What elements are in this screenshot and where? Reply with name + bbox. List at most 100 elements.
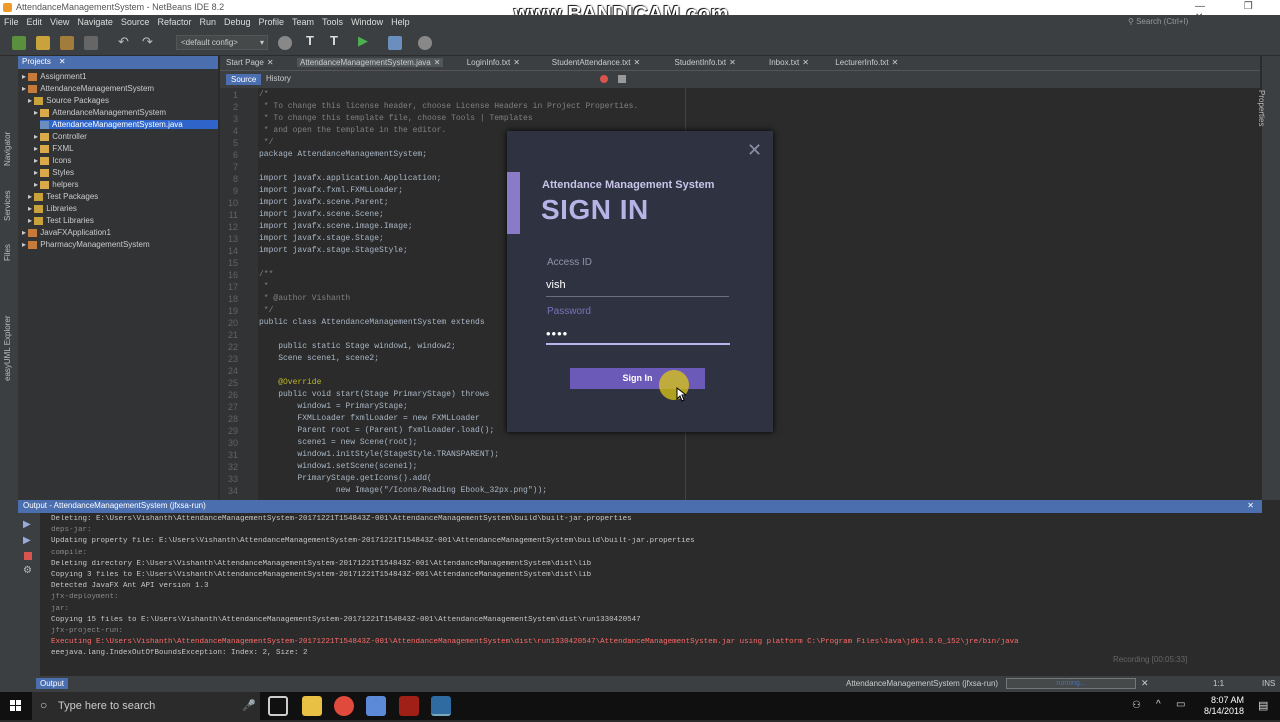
cancel-task-icon[interactable]: ✕ bbox=[1141, 678, 1149, 689]
menu-view[interactable]: View bbox=[46, 15, 73, 29]
redo-icon[interactable]: ↷ bbox=[142, 34, 156, 49]
ide-search-input[interactable]: ⚲ Search (Ctrl+I) bbox=[1128, 17, 1188, 26]
config-select[interactable]: <default config> ▾ bbox=[176, 35, 268, 50]
open-project-icon[interactable] bbox=[60, 36, 74, 50]
access-id-label: Access ID bbox=[547, 257, 593, 268]
output-text[interactable]: Deleting: E:\Users\Vishanth\AttendanceMa… bbox=[51, 515, 1251, 660]
menu-refactor[interactable]: Refactor bbox=[153, 15, 195, 29]
clean-icon[interactable] bbox=[278, 36, 292, 50]
profile-icon[interactable] bbox=[418, 36, 432, 50]
save-all-icon[interactable] bbox=[84, 36, 98, 50]
editor-tab[interactable]: StudentAttendance.txt ✕ bbox=[552, 58, 640, 67]
tray-chevron-icon[interactable]: ^ bbox=[1156, 699, 1161, 710]
menu-run[interactable]: Run bbox=[195, 15, 220, 29]
settings-icon[interactable]: ⚙ bbox=[23, 565, 32, 576]
tree-item[interactable]: ▸ AttendanceManagementSystem bbox=[34, 108, 166, 117]
close-icon[interactable]: ✕ bbox=[729, 58, 736, 67]
illustrator-icon[interactable] bbox=[399, 696, 419, 716]
tree-item[interactable]: ▸ PharmacyManagementSystem bbox=[22, 240, 150, 249]
clock-date: 8/14/2018 bbox=[1203, 706, 1244, 716]
record-macro-icon[interactable] bbox=[600, 75, 608, 83]
menu-file[interactable]: File bbox=[0, 15, 23, 29]
tree-item[interactable]: ▸ Controller bbox=[34, 132, 87, 141]
file-explorer-icon[interactable] bbox=[302, 696, 322, 716]
tree-item[interactable]: ▸ FXML bbox=[34, 144, 74, 153]
easyuml-explorer-tab[interactable]: easyUML Explorer bbox=[3, 315, 12, 381]
menu-tools[interactable]: Tools bbox=[318, 15, 347, 29]
people-icon[interactable]: ⚇ bbox=[1132, 700, 1141, 711]
tree-item[interactable]: ▸ Libraries bbox=[28, 204, 77, 213]
build-icon[interactable]: T bbox=[306, 33, 320, 48]
new-file-icon[interactable] bbox=[36, 36, 50, 50]
close-icon[interactable]: ✕ bbox=[513, 58, 520, 67]
tree-item[interactable]: ▸ JavaFXApplication1 bbox=[22, 228, 111, 237]
close-icon[interactable]: ✕ bbox=[267, 58, 274, 67]
services-tab[interactable]: Services bbox=[3, 190, 12, 221]
editor-tab[interactable]: Inbox.txt ✕ bbox=[769, 58, 809, 67]
microphone-icon[interactable]: 🎤 bbox=[242, 699, 256, 712]
rerun-modified-icon[interactable]: ▶ bbox=[23, 535, 31, 546]
tree-item[interactable]: ▸ AttendanceManagementSystem bbox=[22, 84, 154, 93]
tree-item[interactable]: ▸ Test Libraries bbox=[28, 216, 94, 225]
rerun-icon[interactable]: ▶ bbox=[23, 519, 31, 530]
editor-tab[interactable]: LoginInfo.txt ✕ bbox=[467, 58, 520, 67]
tree-item[interactable]: ▸ Assignment1 bbox=[22, 72, 87, 81]
menu-source[interactable]: Source bbox=[117, 15, 154, 29]
menu-window[interactable]: Window bbox=[347, 15, 387, 29]
editor-tab[interactable]: Start Page ✕ bbox=[226, 58, 274, 67]
chrome-icon[interactable] bbox=[334, 696, 354, 716]
new-project-icon[interactable] bbox=[12, 36, 26, 50]
tree-item[interactable]: ▸ Test Packages bbox=[28, 192, 98, 201]
properties-tab[interactable]: Properties bbox=[1257, 90, 1266, 126]
source-tab[interactable]: Source bbox=[226, 74, 262, 85]
history-tab[interactable]: History bbox=[266, 74, 291, 83]
output-tab[interactable]: Output bbox=[36, 678, 69, 689]
task-view-icon[interactable] bbox=[268, 696, 288, 716]
undo-icon[interactable]: ↶ bbox=[118, 34, 132, 49]
tree-item[interactable]: AttendanceManagementSystem.java bbox=[40, 120, 218, 129]
tree-item-label: AttendanceManagementSystem.java bbox=[52, 120, 183, 129]
network-icon[interactable]: ▭ bbox=[1176, 699, 1185, 710]
taskbar-clock[interactable]: 8:07 AM 8/14/2018 bbox=[1198, 695, 1244, 717]
menu-debug[interactable]: Debug bbox=[220, 15, 255, 29]
code-line: * To change this license header, choose … bbox=[259, 102, 639, 111]
menu-help[interactable]: Help bbox=[387, 15, 414, 29]
clean-build-icon[interactable]: T bbox=[330, 33, 344, 48]
editor-tab[interactable]: LecturerInfo.txt ✕ bbox=[835, 58, 898, 67]
package-icon bbox=[40, 168, 50, 177]
stop-icon[interactable] bbox=[24, 552, 32, 560]
debug-icon[interactable] bbox=[388, 36, 402, 50]
virtualbox-icon[interactable] bbox=[366, 696, 386, 716]
close-icon[interactable]: ✕ bbox=[434, 58, 441, 67]
close-icon[interactable]: ✕ bbox=[892, 58, 899, 67]
menu-profile[interactable]: Profile bbox=[255, 15, 289, 29]
menu-team[interactable]: Team bbox=[288, 15, 318, 29]
close-icon[interactable]: ✕ bbox=[747, 140, 762, 161]
password-field[interactable]: •••• bbox=[546, 326, 568, 341]
package-icon bbox=[40, 132, 50, 141]
projects-header[interactable]: Projects ✕ bbox=[18, 56, 218, 69]
close-icon[interactable]: ✕ bbox=[802, 58, 809, 67]
stop-macro-icon[interactable] bbox=[618, 75, 626, 83]
tree-item[interactable]: ▸ Source Packages bbox=[28, 96, 109, 105]
menu-edit[interactable]: Edit bbox=[23, 15, 47, 29]
start-button[interactable] bbox=[0, 692, 32, 720]
run-icon[interactable]: ▶ bbox=[358, 33, 372, 48]
taskbar-search[interactable]: ○ Type here to search 🎤 bbox=[32, 692, 260, 720]
access-id-field[interactable]: vish bbox=[546, 279, 566, 291]
tree-item[interactable]: ▸ Icons bbox=[34, 156, 71, 165]
editor-tab[interactable]: AttendanceManagementSystem.java ✕ bbox=[297, 58, 444, 67]
menu-navigate[interactable]: Navigate bbox=[73, 15, 117, 29]
java-app-icon[interactable] bbox=[431, 696, 451, 716]
files-tab[interactable]: Files bbox=[3, 244, 12, 261]
close-icon[interactable]: ✕ bbox=[1247, 501, 1254, 510]
tree-item[interactable]: ▸ Styles bbox=[34, 168, 74, 177]
notifications-icon[interactable]: ▤ bbox=[1258, 699, 1268, 712]
editor-tab[interactable]: StudentInfo.txt ✕ bbox=[675, 58, 736, 67]
code-line: FXMLLoader fxmlLoader = new FXMLLoader bbox=[259, 414, 480, 423]
close-icon[interactable]: ✕ bbox=[634, 58, 641, 67]
navigator-tab[interactable]: Navigator bbox=[3, 132, 12, 166]
close-icon[interactable]: ✕ bbox=[59, 57, 66, 66]
tree-item[interactable]: ▸ helpers bbox=[34, 180, 79, 189]
output-header: Output - AttendanceManagementSystem (jfx… bbox=[18, 500, 1262, 513]
